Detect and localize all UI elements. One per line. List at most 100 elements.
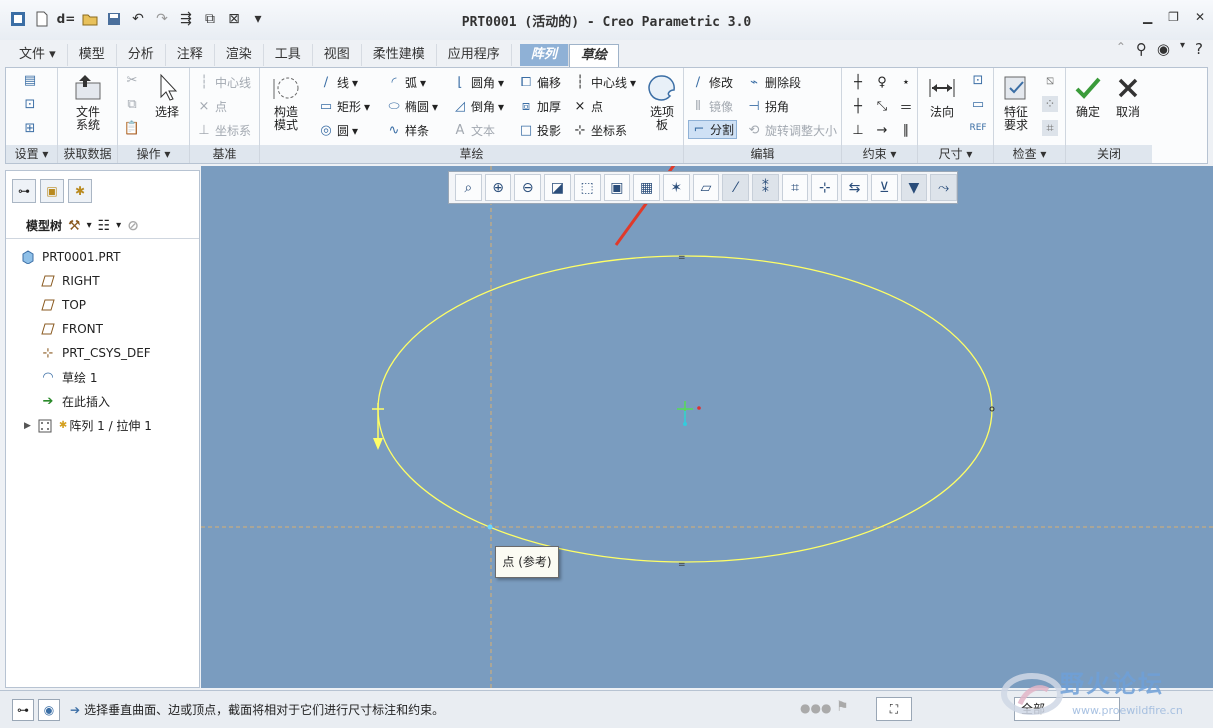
tab-annotate[interactable]: 注释 xyxy=(166,44,215,66)
zoom-out-icon[interactable]: ⊖ xyxy=(514,174,542,201)
tree-columns-dropdown-icon[interactable]: ▾ xyxy=(116,220,121,231)
dimension-lock-icon[interactable]: ⊻ xyxy=(870,174,898,201)
minimize-icon[interactable]: ▁ xyxy=(1143,10,1152,24)
grid-display-icon[interactable]: ⌗ xyxy=(781,174,809,201)
normal-dimension-button[interactable]: 法向 xyxy=(922,72,962,119)
midpoint-constraint-icon[interactable]: ⋆ xyxy=(898,74,914,90)
thicken-button[interactable]: ⧈ 加厚 xyxy=(518,98,561,115)
delete-segment-button[interactable]: ⌁ 删除段 xyxy=(746,74,801,91)
circle-button[interactable]: ◎ 圆 ▾ xyxy=(318,122,358,139)
folder-browser-tab-icon[interactable]: ▣ xyxy=(40,179,64,203)
tab-pattern[interactable]: 阵列 xyxy=(519,44,569,66)
dimension-display-icon[interactable]: ⁄ xyxy=(722,174,750,201)
sketch-view-icon[interactable]: ▱ xyxy=(692,174,720,201)
collapse-ribbon-icon[interactable]: ⌃ xyxy=(1116,40,1126,58)
help-icon[interactable]: ? xyxy=(1195,40,1203,58)
perpendicular-constraint-icon[interactable]: ⊥ xyxy=(850,122,866,138)
mirror-button[interactable]: ⫴ 镜像 xyxy=(690,98,733,115)
cut-icon[interactable]: ✂ xyxy=(124,72,140,88)
text-button[interactable]: A 文本 xyxy=(452,122,495,139)
lock-modified-icon[interactable]: ⇆ xyxy=(841,174,868,201)
coincident-constraint-icon[interactable]: ⤡ xyxy=(874,98,890,114)
tree-item-insert-here[interactable]: ➔ 在此插入 xyxy=(40,393,110,410)
highlight-open-ends-icon[interactable]: ⁘ xyxy=(1042,96,1058,112)
reference-dimension-icon[interactable]: REF xyxy=(969,120,986,136)
community-icon[interactable]: ◉ xyxy=(1157,40,1170,58)
palette-button[interactable]: 选项 板 xyxy=(644,72,680,132)
tree-item-sketch[interactable]: ◠ 草绘 1 xyxy=(40,369,97,386)
ellipse-button[interactable]: ⬭ 椭圆 ▾ xyxy=(386,98,438,115)
datum-centerline-button[interactable]: ┆ 中心线 xyxy=(196,74,251,91)
rotate-resize-button[interactable]: ⟲ 旋转调整大小 xyxy=(746,122,837,139)
repaint-icon[interactable]: ◪ xyxy=(544,174,571,201)
fillet-button[interactable]: ⌊ 圆角 ▾ xyxy=(452,74,504,91)
line-button[interactable]: ∕ 线 ▾ xyxy=(318,74,358,91)
overlap-geometry-icon[interactable]: ⧅ xyxy=(1042,72,1058,88)
tree-settings-dropdown-icon[interactable]: ▾ xyxy=(87,220,92,231)
browser-toggle-icon[interactable]: ◉ xyxy=(38,699,60,721)
favorites-tab-icon[interactable]: ✱ xyxy=(68,179,92,203)
refit-icon[interactable]: ⌕ xyxy=(455,174,482,201)
tree-item-right[interactable]: RIGHT xyxy=(40,273,100,289)
view-manager-icon[interactable]: ▦ xyxy=(633,174,660,201)
navigator-toggle-icon[interactable]: ⊶ xyxy=(12,699,34,721)
vertical-constraint-icon[interactable]: ┼ xyxy=(850,74,866,90)
sketch-csys-button[interactable]: ⊹ 坐标系 xyxy=(572,122,627,139)
tab-applications[interactable]: 应用程序 xyxy=(437,44,512,66)
display-style-icon[interactable]: ⬚ xyxy=(573,174,601,201)
sketch-setup-icon[interactable]: ▤ xyxy=(22,72,38,88)
find-icon[interactable]: ⛶ xyxy=(876,697,912,721)
reference-point[interactable] xyxy=(487,524,493,530)
search-icon[interactable]: ⚲ xyxy=(1136,40,1147,58)
expand-icon[interactable]: ▶ xyxy=(24,421,31,431)
tree-columns-icon[interactable]: ☷ xyxy=(98,218,111,234)
vertex-display-icon[interactable]: ⊹ xyxy=(811,174,839,201)
tangent-constraint-icon[interactable]: ♀ xyxy=(874,74,890,90)
saved-orientations-icon[interactable]: ▣ xyxy=(603,174,631,201)
highlight-ends-icon[interactable]: ⤳ xyxy=(930,174,957,201)
tab-flexible-modeling[interactable]: 柔性建模 xyxy=(362,44,437,66)
tab-file[interactable]: 文件 ▾ xyxy=(8,44,68,66)
reference-icon[interactable]: ⊡ xyxy=(22,96,38,112)
sketch-centerline-button[interactable]: ┆ 中心线 ▾ xyxy=(572,74,636,91)
shade-closed-loops-icon[interactable]: ⌗ xyxy=(1042,120,1058,136)
zoom-in-icon[interactable]: ⊕ xyxy=(484,174,512,201)
sketch-canvas[interactable]: = = xyxy=(201,166,1213,688)
corner-button[interactable]: ⊣ 拐角 xyxy=(746,98,789,115)
flag-icon[interactable]: ⚑ xyxy=(836,699,849,715)
project-button[interactable]: □ 投影 xyxy=(518,122,561,139)
datum-point-button[interactable]: × 点 xyxy=(196,98,227,115)
tab-analysis[interactable]: 分析 xyxy=(117,44,166,66)
group-dimension-label[interactable]: 尺寸 ▾ xyxy=(918,145,993,163)
file-system-button[interactable]: 文件 系统 xyxy=(66,72,110,132)
tab-tools[interactable]: 工具 xyxy=(264,44,313,66)
modify-button[interactable]: ∕ 修改 xyxy=(690,74,733,91)
ok-button[interactable]: 确定 xyxy=(1068,72,1108,119)
symmetric-constraint-icon[interactable]: → xyxy=(874,122,890,138)
paste-icon[interactable]: 📋 xyxy=(124,120,140,136)
datum-csys-button[interactable]: ⊥ 坐标系 xyxy=(196,122,251,139)
tree-settings-icon[interactable]: ⚒ xyxy=(68,218,81,234)
rectangle-button[interactable]: ▭ 矩形 ▾ xyxy=(318,98,370,115)
tree-item-top[interactable]: TOP xyxy=(40,297,86,313)
tab-view[interactable]: 视图 xyxy=(313,44,362,66)
constraint-display-icon[interactable]: ⁑ xyxy=(752,174,779,201)
tree-filter-icon[interactable]: ⊘ xyxy=(127,218,139,234)
tree-item-pattern[interactable]: ▶ ✱ 阵列 1 / 拉伸 1 xyxy=(24,417,152,434)
select-button[interactable]: 选择 xyxy=(148,72,186,119)
group-constrain-label[interactable]: 约束 ▾ xyxy=(842,145,917,163)
tree-item-csys[interactable]: ⊹ PRT_CSYS_DEF xyxy=(40,345,151,361)
spline-button[interactable]: ∿ 样条 xyxy=(386,122,429,139)
arc-button[interactable]: ◜ 弧 ▾ xyxy=(386,74,426,91)
tab-model[interactable]: 模型 xyxy=(68,44,117,66)
tab-sketch[interactable]: 草绘 xyxy=(568,44,619,68)
baseline-icon[interactable]: ▭ xyxy=(970,96,986,112)
dropdown-icon[interactable]: ▾ xyxy=(1180,40,1185,58)
parallel-constraint-icon[interactable]: ∥ xyxy=(898,122,914,138)
model-tree-tab-icon[interactable]: ⊶ xyxy=(12,179,36,203)
cancel-button[interactable]: 取消 xyxy=(1108,72,1148,119)
graphics-window[interactable]: = = xyxy=(201,166,1213,688)
group-inspect-label[interactable]: 检查 ▾ xyxy=(994,145,1065,163)
tab-render[interactable]: 渲染 xyxy=(215,44,264,66)
perimeter-icon[interactable]: ⊡ xyxy=(970,72,986,88)
